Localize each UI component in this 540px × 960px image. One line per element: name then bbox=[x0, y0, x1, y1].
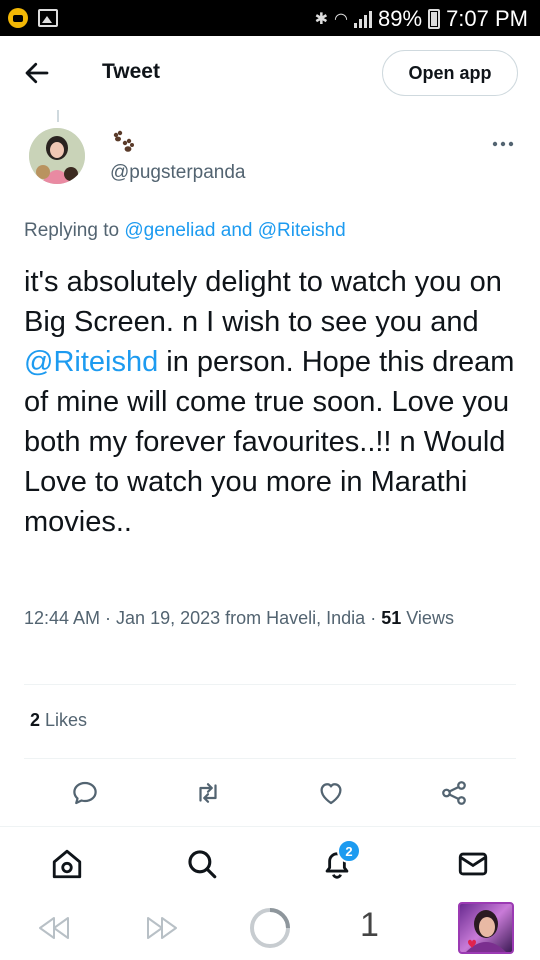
back-arrow-icon[interactable] bbox=[22, 58, 52, 88]
signal-icon bbox=[354, 10, 373, 28]
divider bbox=[24, 758, 516, 759]
notifications-badge: 2 bbox=[337, 839, 361, 863]
likes-label: Likes bbox=[45, 710, 88, 730]
tweet-mention-riteishd[interactable]: @Riteishd bbox=[24, 346, 158, 378]
share-icon[interactable] bbox=[439, 778, 469, 808]
app-notification-icon bbox=[8, 8, 28, 28]
views-label: Views bbox=[406, 608, 454, 628]
open-app-button[interactable]: Open app bbox=[382, 50, 518, 96]
tweet-meta: 12:44 AM · Jan 19, 2023 from Haveli, Ind… bbox=[24, 604, 494, 632]
header: Tweet Open app bbox=[0, 36, 540, 110]
page-title: Tweet bbox=[102, 60, 160, 83]
more-options-icon[interactable] bbox=[488, 134, 518, 154]
search-icon[interactable] bbox=[185, 847, 219, 881]
thread-line bbox=[57, 110, 59, 122]
messages-icon[interactable] bbox=[456, 847, 490, 881]
rewind-back-icon[interactable] bbox=[34, 912, 74, 944]
status-notifications bbox=[8, 8, 58, 28]
reply-icon[interactable] bbox=[70, 778, 100, 808]
retweet-icon[interactable] bbox=[193, 778, 223, 808]
browser-bar: 1 bbox=[0, 898, 540, 960]
paw-prints-icon bbox=[113, 130, 134, 152]
mention-link-riteishd[interactable]: @Riteishd bbox=[258, 220, 346, 241]
author-handle[interactable]: @pugsterpanda bbox=[110, 162, 246, 184]
tweet-text: it's absolutely delight to watch you on … bbox=[24, 262, 524, 542]
image-notification-icon bbox=[38, 9, 58, 27]
tabs-count[interactable]: 1 bbox=[360, 906, 379, 945]
clock: 7:07 PM bbox=[446, 6, 528, 31]
bottom-nav: 2 bbox=[0, 826, 540, 898]
tweet-text-part1: it's absolutely delight to watch you on … bbox=[24, 266, 502, 338]
likes-link[interactable]: 2 Likes bbox=[30, 710, 87, 731]
home-icon[interactable] bbox=[50, 847, 84, 881]
replying-to: Replying to @geneliad and @Riteishd bbox=[24, 220, 346, 242]
wifi-icon: ◠ bbox=[334, 11, 349, 28]
reload-icon[interactable] bbox=[248, 906, 292, 950]
battery-percent: 89% bbox=[378, 6, 423, 31]
replying-prefix: Replying to bbox=[24, 220, 120, 241]
tweet-timestamp[interactable]: 12:44 AM · Jan 19, 2023 from Haveli, Ind… bbox=[24, 608, 376, 628]
status-bar: ✱ ◠ 89% 7:07 PM bbox=[0, 0, 540, 36]
tweet-actions bbox=[0, 772, 540, 812]
replying-joiner[interactable]: and bbox=[221, 220, 253, 241]
profile-thumbnail[interactable] bbox=[458, 902, 514, 954]
views-count: 51 bbox=[381, 608, 402, 628]
bluetooth-icon: ✱ bbox=[314, 11, 329, 28]
divider bbox=[24, 684, 516, 685]
fast-forward-icon[interactable] bbox=[142, 912, 182, 944]
likes-count: 2 bbox=[30, 710, 41, 730]
status-right: ✱ ◠ 89% 7:07 PM bbox=[315, 6, 528, 32]
mention-link-geneliad[interactable]: @geneliad bbox=[124, 220, 215, 241]
battery-icon bbox=[428, 9, 441, 29]
like-icon[interactable] bbox=[316, 778, 346, 808]
avatar[interactable] bbox=[29, 128, 85, 184]
